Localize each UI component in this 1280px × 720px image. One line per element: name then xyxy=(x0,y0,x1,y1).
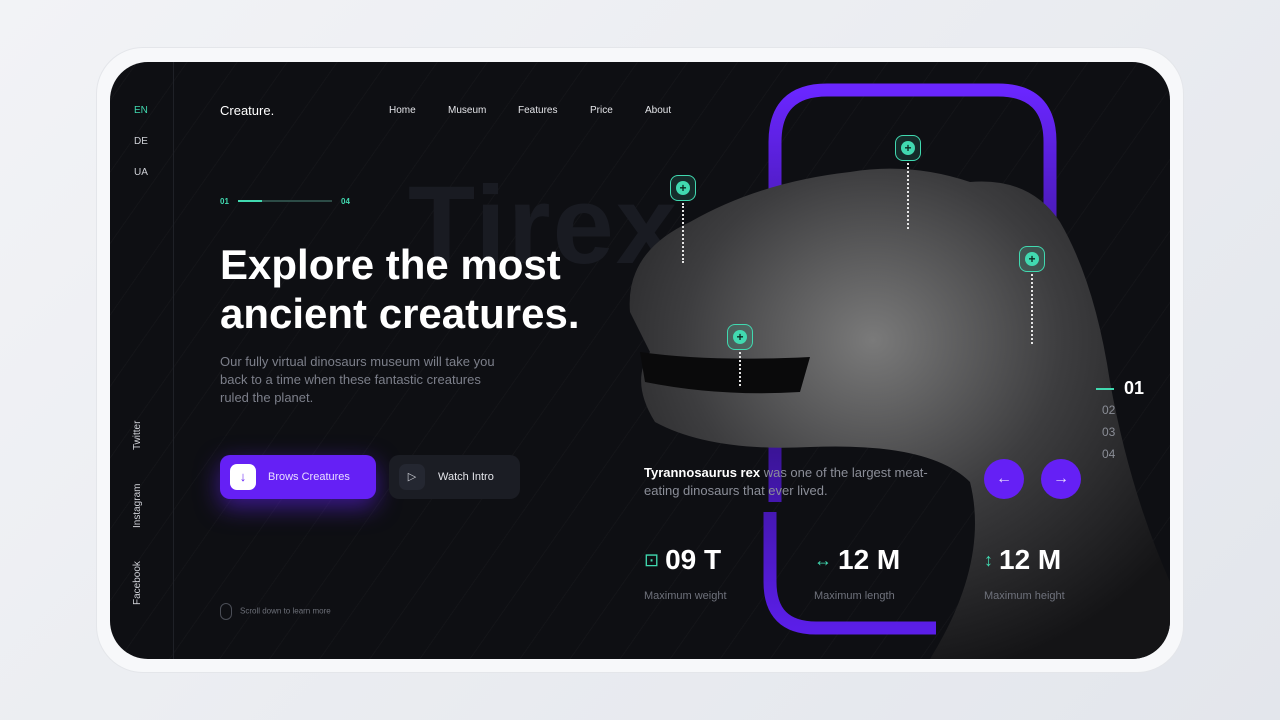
stat-label: Maximum length xyxy=(814,590,895,602)
vertical-arrows-icon: ↕ xyxy=(984,550,993,570)
slide-01[interactable]: 01 xyxy=(1124,378,1144,399)
arrow-down-icon: ↓ xyxy=(230,464,256,490)
stat-weight: ⊡ 09 T Maximum weight xyxy=(644,544,727,602)
stat-length: ↔ 12 M Maximum length xyxy=(814,544,901,602)
plus-icon: + xyxy=(676,181,690,195)
scroll-hint: Scroll down to learn more xyxy=(220,603,331,620)
nav-features[interactable]: Features xyxy=(518,105,557,116)
mouse-icon xyxy=(220,603,232,620)
logo[interactable]: Creature. xyxy=(220,103,274,118)
dinosaur-head xyxy=(629,168,1170,659)
stat-label: Maximum weight xyxy=(644,590,727,602)
hotspot-line xyxy=(907,163,909,229)
fact-name: Tyrannosaurus rex xyxy=(644,465,761,480)
progress-total: 04 xyxy=(341,197,350,206)
stat-label: Maximum height xyxy=(984,590,1065,602)
hotspot-4[interactable]: + xyxy=(727,324,753,350)
nav-museum[interactable]: Museum xyxy=(448,105,486,116)
nav-price[interactable]: Price xyxy=(590,105,613,116)
scale-icon: ⊡ xyxy=(644,550,660,570)
plus-icon: + xyxy=(901,141,915,155)
watch-intro-button[interactable]: ▷ Watch Intro xyxy=(389,455,520,499)
scroll-hint-text: Scroll down to learn more xyxy=(240,606,331,616)
arrow-left-icon: ← xyxy=(996,470,1012,487)
horizontal-arrows-icon: ↔ xyxy=(814,550,832,570)
prev-button[interactable]: ← xyxy=(984,459,1024,499)
progress-current: 01 xyxy=(220,197,229,206)
stat-height: ↕ 12 M Maximum height xyxy=(984,544,1065,602)
nav-home[interactable]: Home xyxy=(389,105,416,116)
page-title: Explore the most ancient creatures. xyxy=(220,241,580,337)
slide-indicator xyxy=(1096,388,1114,390)
dinosaur-fact: Tyrannosaurus rex was one of the largest… xyxy=(644,464,944,500)
stat-value: 12 M xyxy=(838,544,901,575)
slide-02[interactable]: 02 xyxy=(1102,403,1115,417)
browse-label: Brows Creatures xyxy=(268,471,350,483)
hotspot-1[interactable]: + xyxy=(670,175,696,201)
stat-value: 09 T xyxy=(665,544,722,575)
hotspot-line xyxy=(682,203,684,263)
hotspot-line xyxy=(739,352,741,386)
hotspot-2[interactable]: + xyxy=(895,135,921,161)
play-icon: ▷ xyxy=(399,464,425,490)
next-button[interactable]: → xyxy=(1041,459,1081,499)
main-panel: EN DE UA Twitter Instagram Facebook Tire… xyxy=(110,62,1170,659)
plus-icon: + xyxy=(1025,252,1039,266)
arrow-right-icon: → xyxy=(1053,470,1069,487)
hotspot-3[interactable]: + xyxy=(1019,246,1045,272)
watch-label: Watch Intro xyxy=(438,471,494,483)
plus-icon: + xyxy=(733,330,747,344)
nav-about[interactable]: About xyxy=(645,105,671,116)
hero-description: Our fully virtual dinosaurs museum will … xyxy=(220,354,495,405)
stat-value: 12 M xyxy=(999,544,1062,575)
hotspot-line xyxy=(1031,274,1033,344)
slide-04[interactable]: 04 xyxy=(1102,447,1115,461)
slide-03[interactable]: 03 xyxy=(1102,425,1115,439)
browse-creatures-button[interactable]: ↓ Brows Creatures xyxy=(220,455,376,499)
progress-bar xyxy=(238,200,332,202)
progress-fill xyxy=(238,200,262,202)
